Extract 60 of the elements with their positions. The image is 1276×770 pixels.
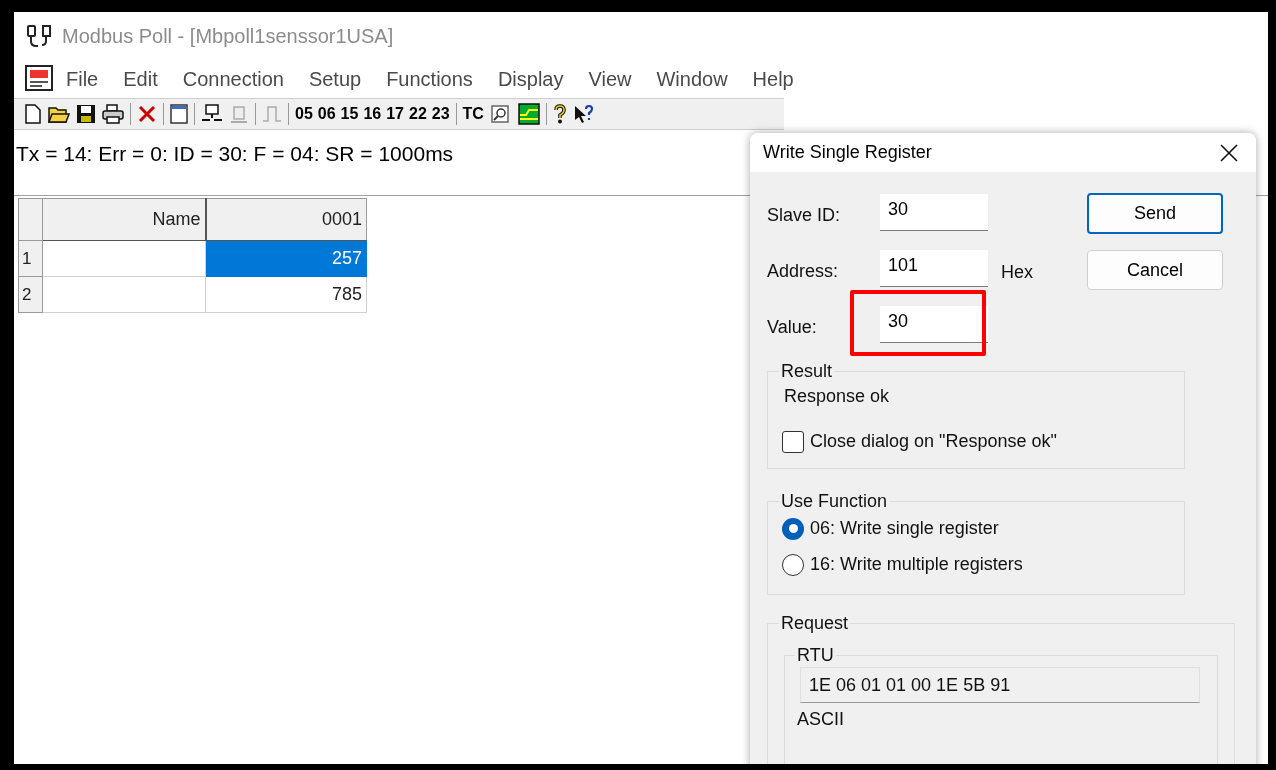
- context-help-icon[interactable]: [572, 104, 595, 124]
- document-magnifier-icon[interactable]: [489, 104, 512, 124]
- menu-item[interactable]: Setup: [308, 64, 362, 94]
- function-code-button[interactable]: 05: [295, 102, 313, 126]
- input-field[interactable]: 30: [880, 306, 988, 343]
- delete-icon[interactable]: [137, 104, 157, 124]
- table-corner: [18, 198, 43, 241]
- radio-option[interactable]: 16: Write multiple registers: [782, 551, 1170, 578]
- field-label: Address:: [767, 260, 840, 283]
- save-icon[interactable]: [76, 104, 96, 124]
- menu-item[interactable]: Functions: [386, 64, 473, 94]
- connect-icon[interactable]: [201, 104, 223, 124]
- open-folder-icon[interactable]: [48, 104, 70, 124]
- function-code-button[interactable]: 16: [363, 102, 382, 126]
- window-title: Modbus Poll - [Mbpoll1senssor1USA]: [62, 24, 394, 49]
- radio-option[interactable]: 06: Write single register: [782, 515, 1170, 542]
- menu-item[interactable]: Help: [752, 64, 794, 94]
- rtu-output-field: 1E 06 01 01 00 1E 5B 91: [800, 667, 1200, 703]
- group-label: Use Function: [780, 491, 889, 511]
- row-header: 2: [18, 276, 43, 313]
- new-file-icon[interactable]: [24, 104, 42, 124]
- function-code-button[interactable]: 22: [409, 102, 427, 126]
- menu-item[interactable]: Window: [656, 64, 728, 94]
- print-icon[interactable]: [102, 104, 124, 124]
- dialog-button[interactable]: Send: [1087, 193, 1223, 234]
- dialog-title: Write Single Register: [763, 141, 932, 164]
- group-label: Request: [780, 613, 850, 633]
- close-dialog-checkbox[interactable]: Close dialog on "Response ok": [782, 428, 1170, 455]
- table-cell[interactable]: 257: [205, 240, 367, 277]
- menu-item[interactable]: Display: [497, 64, 564, 94]
- dialog-button[interactable]: Cancel: [1087, 250, 1223, 290]
- unit-label: Hex: [1001, 261, 1033, 284]
- field-label: Value:: [767, 316, 818, 339]
- column-header: 0001: [205, 198, 367, 241]
- input-field[interactable]: 30: [880, 194, 988, 231]
- chart-icon[interactable]: [517, 103, 540, 125]
- menu-item[interactable]: File: [66, 64, 99, 94]
- close-icon[interactable]: [1220, 143, 1238, 162]
- column-header: Name: [42, 198, 206, 241]
- function-code-button[interactable]: 17: [386, 102, 404, 126]
- row-header: 1: [18, 240, 43, 277]
- traffic-button[interactable]: TC: [462, 102, 484, 126]
- input-field[interactable]: 101: [880, 250, 988, 287]
- status-line: Tx = 14: Err = 0: ID = 30: F = 04: SR = 1000ms: [16, 142, 454, 165]
- function-code-button[interactable]: 23: [431, 102, 450, 126]
- ascii-group-label: ASCII: [796, 709, 845, 729]
- group-label: RTU: [796, 645, 835, 665]
- function-code-button[interactable]: 06: [317, 102, 336, 126]
- group-label: Result: [780, 361, 834, 381]
- document-icon[interactable]: [24, 64, 56, 94]
- help-icon[interactable]: [552, 104, 567, 124]
- menu-item[interactable]: Edit: [123, 64, 158, 94]
- window-icon[interactable]: [170, 104, 188, 124]
- result-text: Response ok: [784, 385, 891, 408]
- field-label: Slave ID:: [767, 204, 842, 227]
- app-icon: [26, 23, 54, 49]
- table-cell[interactable]: 785: [205, 276, 367, 313]
- menu-item[interactable]: View: [588, 64, 632, 94]
- menu-item[interactable]: Connection: [182, 64, 284, 94]
- function-code-button[interactable]: 15: [340, 102, 359, 126]
